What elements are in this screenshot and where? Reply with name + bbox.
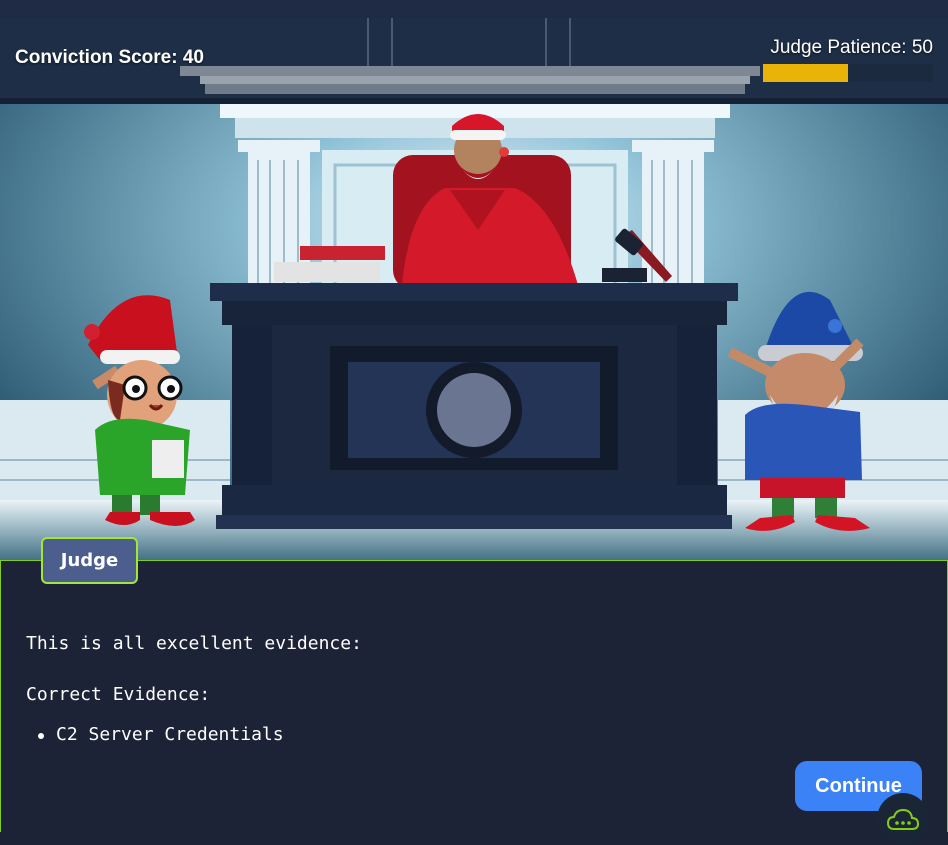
courtroom-scene <box>0 0 948 562</box>
dialog-line-1: This is all excellent evidence: <box>26 633 362 654</box>
speaker-tag: Judge <box>41 537 138 584</box>
evidence-item: C2 Server Credentials <box>38 724 284 745</box>
courtroom-illustration <box>0 0 948 562</box>
chat-button[interactable] <box>877 793 929 845</box>
dialog-line-2: Correct Evidence: <box>26 684 211 705</box>
evidence-list: C2 Server Credentials <box>38 723 284 747</box>
